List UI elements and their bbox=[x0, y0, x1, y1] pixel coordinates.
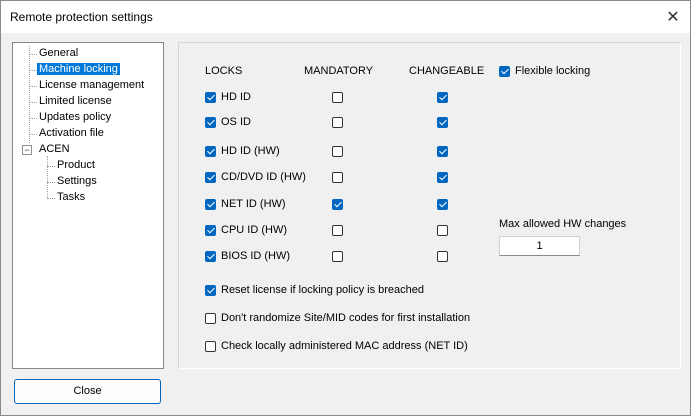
tree-collapse-icon[interactable]: − bbox=[22, 145, 32, 155]
option-1-checkbox[interactable] bbox=[205, 285, 216, 296]
lock-cpu-id-hw-checkbox[interactable] bbox=[205, 225, 216, 236]
option-3-checkbox[interactable] bbox=[205, 341, 216, 352]
tree-item-label: License management bbox=[39, 79, 145, 91]
lock-net-id-hw-checkbox[interactable] bbox=[205, 199, 216, 210]
settings-tree[interactable]: General Machine locking License management… bbox=[12, 42, 164, 369]
changeable-cd-dvd-id-hw-checkbox[interactable] bbox=[437, 172, 448, 183]
tree-item-label: Settings bbox=[57, 175, 97, 187]
tree-connector bbox=[29, 70, 37, 71]
changeable-hd-id-hw-checkbox[interactable] bbox=[437, 146, 448, 157]
flexible-locking-checkbox[interactable] bbox=[499, 66, 510, 77]
tree-item-acen[interactable]: ACEN bbox=[37, 142, 72, 157]
close-icon[interactable]: ✕ bbox=[663, 7, 683, 27]
tree-connector bbox=[47, 198, 55, 199]
max-hw-changes-input[interactable]: 1 bbox=[499, 236, 580, 256]
dialog-window: Remote protection settings ✕ General Mach… bbox=[0, 0, 691, 416]
option-2-checkbox[interactable] bbox=[205, 313, 216, 324]
option-3-label[interactable]: Check locally administered MAC address (… bbox=[221, 340, 468, 352]
lock-hd-id-hw-checkbox[interactable] bbox=[205, 146, 216, 157]
mandatory-net-id-hw-checkbox[interactable] bbox=[332, 199, 343, 210]
lock-cpu-id-hw-label[interactable]: CPU ID (HW) bbox=[221, 224, 287, 236]
lock-hd-id-label[interactable]: HD ID bbox=[221, 91, 251, 103]
mandatory-header: MANDATORY bbox=[304, 65, 374, 77]
tree-item-label: Tasks bbox=[57, 191, 86, 203]
tree-item-label: Product bbox=[57, 159, 95, 171]
lock-bios-id-hw-checkbox[interactable] bbox=[205, 251, 216, 262]
lock-cd-dvd-id-hw-label[interactable]: CD/DVD ID (HW) bbox=[221, 171, 306, 183]
tree-item-limited-license[interactable]: Limited license bbox=[37, 94, 114, 109]
changeable-bios-id-hw-checkbox[interactable] bbox=[437, 251, 448, 262]
mandatory-hd-id-checkbox[interactable] bbox=[332, 92, 343, 103]
window-title: Remote protection settings bbox=[10, 10, 153, 24]
tree-connector bbox=[47, 182, 55, 183]
tree-item-license-management[interactable]: License management bbox=[37, 78, 146, 93]
option-2-label[interactable]: Don't randomize Site/MID codes for first… bbox=[221, 312, 470, 324]
changeable-cpu-id-hw-checkbox[interactable] bbox=[437, 225, 448, 236]
tree-item-activation-file[interactable]: Activation file bbox=[37, 126, 106, 141]
changeable-header: CHANGEABLE bbox=[409, 65, 485, 77]
tree-item-label: General bbox=[39, 47, 79, 59]
tree-item-settings[interactable]: Settings bbox=[55, 174, 99, 189]
close-button[interactable]: Close bbox=[14, 379, 161, 404]
tree-connector bbox=[47, 166, 55, 167]
mandatory-hd-id-hw-checkbox[interactable] bbox=[332, 146, 343, 157]
tree-item-machine-locking[interactable]: Machine locking bbox=[37, 62, 120, 77]
tree-item-product[interactable]: Product bbox=[55, 158, 97, 173]
max-hw-changes-label: Max allowed HW changes bbox=[499, 218, 627, 230]
changeable-net-id-hw-checkbox[interactable] bbox=[437, 199, 448, 210]
mandatory-cpu-id-hw-checkbox[interactable] bbox=[332, 225, 343, 236]
mandatory-cd-dvd-id-hw-checkbox[interactable] bbox=[332, 172, 343, 183]
lock-net-id-hw-label[interactable]: NET ID (HW) bbox=[221, 198, 286, 210]
tree-connector bbox=[29, 134, 37, 135]
lock-cd-dvd-id-hw-checkbox[interactable] bbox=[205, 172, 216, 183]
lock-hd-id-checkbox[interactable] bbox=[205, 92, 216, 103]
option-1-label[interactable]: Reset license if locking policy is breac… bbox=[221, 284, 424, 296]
changeable-hd-id-checkbox[interactable] bbox=[437, 92, 448, 103]
flexible-locking-label[interactable]: Flexible locking bbox=[515, 65, 590, 77]
tree-connector bbox=[29, 118, 37, 119]
tree-item-label: Updates policy bbox=[39, 111, 112, 123]
tree-item-label: Activation file bbox=[39, 127, 104, 139]
changeable-os-id-checkbox[interactable] bbox=[437, 117, 448, 128]
tree-item-label: Machine locking bbox=[37, 63, 120, 75]
locks-header: LOCKS bbox=[205, 65, 243, 77]
lock-hd-id-hw-label[interactable]: HD ID (HW) bbox=[221, 145, 280, 157]
tree-connector bbox=[29, 102, 37, 103]
mandatory-os-id-checkbox[interactable] bbox=[332, 117, 343, 128]
tree-item-updates-policy[interactable]: Updates policy bbox=[37, 110, 113, 125]
tree-item-general[interactable]: General bbox=[37, 46, 80, 61]
tree-connector bbox=[29, 46, 30, 143]
mandatory-bios-id-hw-checkbox[interactable] bbox=[332, 251, 343, 262]
lock-os-id-label[interactable]: OS ID bbox=[221, 116, 251, 128]
title-bar: Remote protection settings ✕ bbox=[1, 1, 690, 33]
tree-connector bbox=[29, 86, 37, 87]
tree-item-label: ACEN bbox=[39, 143, 70, 155]
tree-connector bbox=[47, 156, 48, 198]
tree-item-label: Limited license bbox=[39, 95, 112, 107]
tree-item-tasks[interactable]: Tasks bbox=[55, 190, 87, 205]
lock-os-id-checkbox[interactable] bbox=[205, 117, 216, 128]
lock-bios-id-hw-label[interactable]: BIOS ID (HW) bbox=[221, 250, 290, 262]
tree-connector bbox=[29, 54, 37, 55]
